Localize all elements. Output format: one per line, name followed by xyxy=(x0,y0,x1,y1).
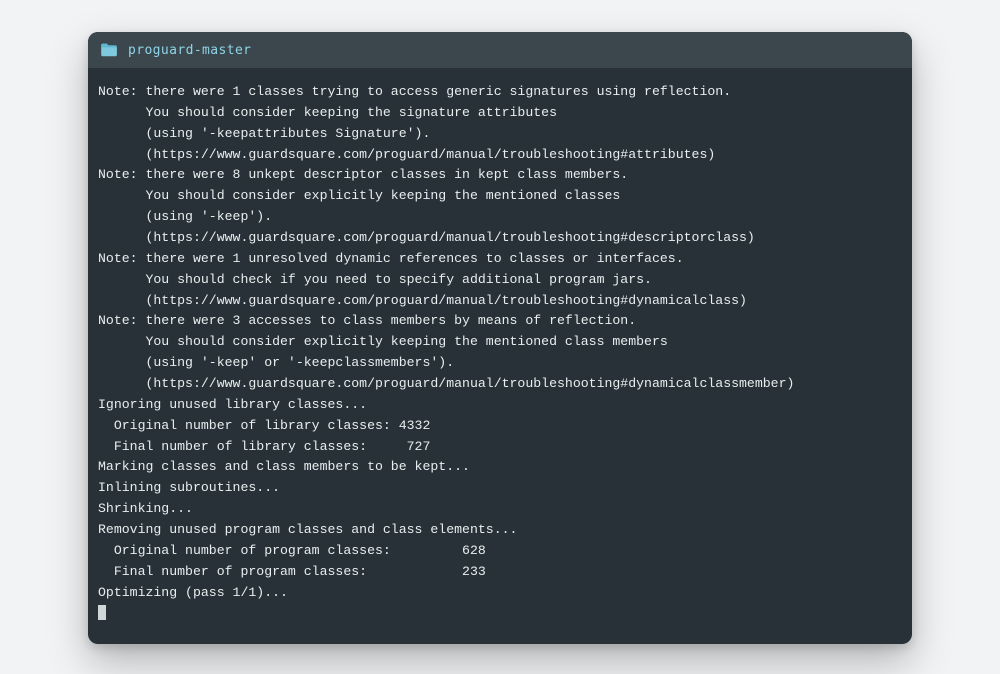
terminal-line: Note: there were 1 unresolved dynamic re… xyxy=(98,249,902,270)
terminal-cursor-line xyxy=(98,603,902,626)
terminal-line: (using '-keep'). xyxy=(98,207,902,228)
folder-icon xyxy=(100,41,118,59)
terminal-line: (https://www.guardsquare.com/proguard/ma… xyxy=(98,374,902,395)
terminal-line: Note: there were 3 accesses to class mem… xyxy=(98,311,902,332)
terminal-line: You should check if you need to specify … xyxy=(98,270,902,291)
terminal-line: Inlining subroutines... xyxy=(98,478,902,499)
terminal-line: (https://www.guardsquare.com/proguard/ma… xyxy=(98,291,902,312)
terminal-line: You should consider explicitly keeping t… xyxy=(98,332,902,353)
terminal-line: Ignoring unused library classes... xyxy=(98,395,902,416)
terminal-line: Original number of program classes: 628 xyxy=(98,541,902,562)
terminal-line: (using '-keep' or '-keepclassmembers'). xyxy=(98,353,902,374)
terminal-line: Original number of library classes: 4332 xyxy=(98,416,902,437)
terminal-line: You should consider explicitly keeping t… xyxy=(98,186,902,207)
terminal-output[interactable]: Note: there were 1 classes trying to acc… xyxy=(88,68,912,644)
terminal-line: Final number of library classes: 727 xyxy=(98,437,902,458)
terminal-line: Note: there were 1 classes trying to acc… xyxy=(98,82,902,103)
window-title: proguard-master xyxy=(128,43,251,58)
terminal-line: Marking classes and class members to be … xyxy=(98,457,902,478)
terminal-line: (using '-keepattributes Signature'). xyxy=(98,124,902,145)
terminal-line: Removing unused program classes and clas… xyxy=(98,520,902,541)
cursor xyxy=(98,605,106,620)
terminal-window: proguard-master Note: there were 1 class… xyxy=(88,32,912,644)
terminal-line: Note: there were 8 unkept descriptor cla… xyxy=(98,165,902,186)
terminal-line: Optimizing (pass 1/1)... xyxy=(98,583,902,604)
terminal-line: You should consider keeping the signatur… xyxy=(98,103,902,124)
terminal-line: Shrinking... xyxy=(98,499,902,520)
terminal-line: Final number of program classes: 233 xyxy=(98,562,902,583)
terminal-line: (https://www.guardsquare.com/proguard/ma… xyxy=(98,145,902,166)
titlebar: proguard-master xyxy=(88,32,912,68)
terminal-line: (https://www.guardsquare.com/proguard/ma… xyxy=(98,228,902,249)
